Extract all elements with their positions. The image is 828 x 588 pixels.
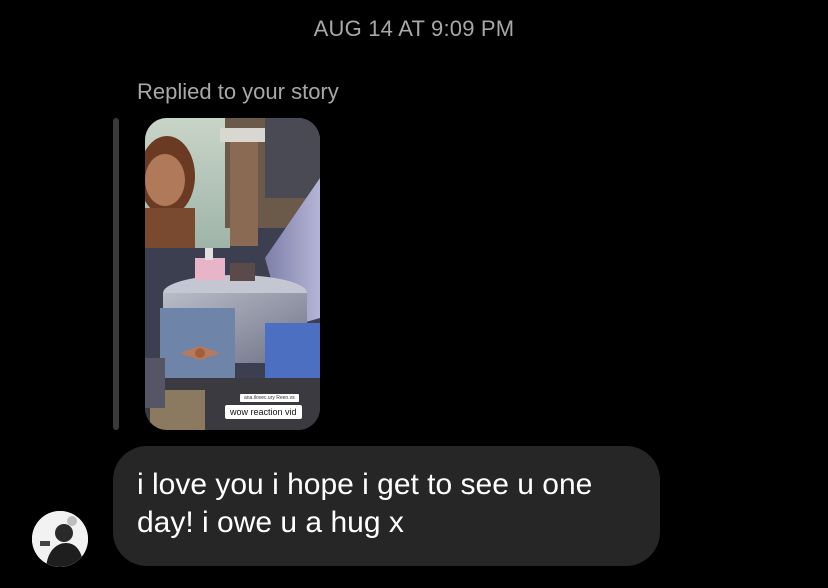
reply-context-label: Replied to your story bbox=[137, 79, 339, 104]
story-caption: wow reaction vid bbox=[225, 405, 302, 419]
message-text: i love you i hope i get to see u one day… bbox=[137, 468, 593, 539]
reply-indicator-bar bbox=[113, 118, 119, 430]
avatar-image bbox=[32, 511, 88, 567]
sender-avatar[interactable] bbox=[32, 511, 88, 567]
story-mini-caption: ana.ilovec.ury Reen.vs bbox=[240, 394, 299, 402]
timestamp: AUG 14 AT 9:09 PM bbox=[313, 16, 515, 41]
story-thumbnail[interactable]: ana.ilovec.ury Reen.vs wow reaction vid bbox=[145, 118, 320, 430]
message-bubble[interactable]: i love you i hope i get to see u one day… bbox=[113, 446, 660, 566]
story-image bbox=[145, 118, 320, 430]
